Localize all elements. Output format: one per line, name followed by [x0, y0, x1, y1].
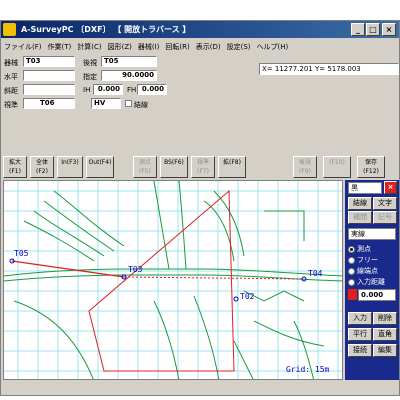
- input-button[interactable]: 入力: [348, 312, 372, 325]
- menu-view[interactable]: 表示(D): [196, 42, 221, 52]
- coordinate-readout: X= 11277.201 Y= 5178.003: [259, 63, 399, 75]
- grid-scale-label: Grid: 15m: [286, 365, 330, 374]
- radio-indicator: [348, 267, 355, 275]
- ih-field[interactable]: 0.000: [93, 84, 123, 95]
- tab-interpolate[interactable]: 補間: [348, 211, 372, 224]
- map-drawing: [4, 181, 342, 379]
- level-label: 水平: [4, 73, 18, 81]
- menu-settings[interactable]: 設定(S): [227, 42, 251, 52]
- backsight-button[interactable]: BS(F6): [160, 156, 188, 178]
- distance-label: 斜距: [4, 87, 18, 95]
- point-field[interactable]: T06: [23, 98, 75, 109]
- delete-button[interactable]: 削除: [373, 312, 397, 325]
- function-toolbar: 拡大 (F1) 全体 (F2) In(F3) Out(F4) 測点 (F5) B…: [1, 156, 399, 178]
- sight-button[interactable]: 視準 (F7): [191, 156, 215, 178]
- edit-button[interactable]: 編集: [373, 344, 397, 357]
- ih-label: IH: [83, 86, 91, 94]
- color-select[interactable]: 黒: [348, 182, 382, 194]
- expand-button[interactable]: 拡(F8): [218, 156, 246, 178]
- connect-checkbox[interactable]: [125, 100, 132, 107]
- level-field[interactable]: [23, 70, 75, 81]
- angle-field[interactable]: 90.0000: [101, 70, 157, 81]
- backsight-label: 後視: [83, 59, 97, 67]
- station-label-t05: T05: [14, 249, 29, 258]
- instrument-field[interactable]: T03: [23, 56, 75, 67]
- menu-instrument[interactable]: 器械(I): [138, 42, 160, 52]
- radio-label: 測点: [357, 245, 371, 253]
- maximize-button[interactable]: □: [366, 23, 380, 36]
- zoom-out-button[interactable]: Out(F4): [86, 156, 114, 178]
- menu-shape[interactable]: 図形(Z): [108, 42, 132, 52]
- fh-field[interactable]: 0.000: [137, 84, 167, 95]
- close-button[interactable]: ×: [382, 23, 396, 36]
- instrument-label: 器械: [4, 59, 18, 67]
- mode-select[interactable]: HV: [91, 98, 121, 109]
- radio-indicator: [348, 278, 355, 286]
- distance-field[interactable]: [23, 84, 75, 95]
- menu-file[interactable]: ファイル(F): [4, 42, 42, 52]
- panel-close-button[interactable]: ×: [384, 181, 397, 194]
- radio-label: 線端点: [357, 267, 378, 275]
- parallel-button[interactable]: 平行: [348, 328, 372, 341]
- angle-label: 指定: [83, 73, 97, 81]
- zoom-in-button[interactable]: In(F3): [57, 156, 83, 178]
- radio-label: フリー: [357, 256, 378, 264]
- survey-form: 器械 T03 後視 T05 水平 指定 90.0000 斜距 IH 0.000 …: [1, 55, 261, 151]
- station-marker: [233, 296, 239, 302]
- app-window: A-SurveyPC 〔DXF〕 【 開放トラバース 】 _ □ × ファイル(…: [0, 20, 400, 396]
- menu-help[interactable]: ヘルプ(H): [257, 42, 289, 52]
- map-canvas[interactable]: T05 T03 T04 T02 Grid: 15m: [3, 180, 343, 380]
- fit-all-button[interactable]: 全体 (F2): [30, 156, 54, 178]
- distance-input[interactable]: 0.000: [358, 289, 396, 301]
- station-label-t04: T04: [308, 269, 323, 278]
- connect-button[interactable]: 接続: [348, 344, 372, 357]
- line-type-select[interactable]: 実線: [348, 228, 396, 240]
- radio-input-distance[interactable]: 入力距離: [348, 277, 385, 287]
- radio-label: 入力距離: [357, 278, 385, 286]
- station-label-t02: T02: [240, 292, 255, 301]
- station-label-t03: T03: [128, 265, 143, 274]
- window-title: A-SurveyPC 〔DXF〕 【 開放トラバース 】: [21, 25, 191, 34]
- fh-label: FH: [127, 86, 137, 94]
- tab-text[interactable]: 文字: [373, 197, 397, 210]
- distance-icon: [348, 289, 357, 300]
- f10-button[interactable]: (F10): [323, 156, 351, 178]
- menu-rotate[interactable]: 回転(R): [165, 42, 189, 52]
- station-button[interactable]: 測点 (F5): [133, 156, 157, 178]
- radio-indicator: [348, 256, 355, 264]
- menu-calc[interactable]: 計算(C): [77, 42, 101, 52]
- save-button[interactable]: 保存 (F12): [357, 156, 385, 178]
- zoom-button[interactable]: 拡大 (F1): [3, 156, 27, 178]
- radio-free[interactable]: フリー: [348, 255, 378, 265]
- right-angle-button[interactable]: 直角: [373, 328, 397, 341]
- rear-button[interactable]: 後視 (F9): [293, 156, 317, 178]
- title-bar[interactable]: A-SurveyPC 〔DXF〕 【 開放トラバース 】 _ □ ×: [1, 21, 399, 38]
- radio-station[interactable]: 測点: [348, 244, 371, 254]
- tab-symbol[interactable]: 記号: [373, 211, 397, 224]
- backsight-field[interactable]: T05: [101, 56, 157, 67]
- radio-line-endpoint[interactable]: 線端点: [348, 266, 378, 276]
- radio-indicator: [348, 245, 355, 253]
- point-label: 視準: [4, 101, 18, 109]
- menu-task[interactable]: 作業(T): [48, 42, 72, 52]
- minimize-button[interactable]: _: [351, 23, 365, 36]
- menu-bar: ファイル(F) 作業(T) 計算(C) 図形(Z) 器械(I) 回転(R) 表示…: [1, 39, 399, 54]
- connect-label: 結線: [134, 101, 148, 109]
- tab-line[interactable]: 結線: [348, 197, 372, 210]
- drawing-tool-panel: 黒 × 結線 文字 補間 記号 実線 測点 フリー 線端点 入力距離 0.000…: [345, 180, 399, 380]
- app-logo-icon: [3, 23, 16, 36]
- boundary-polygon: [88, 189, 235, 372]
